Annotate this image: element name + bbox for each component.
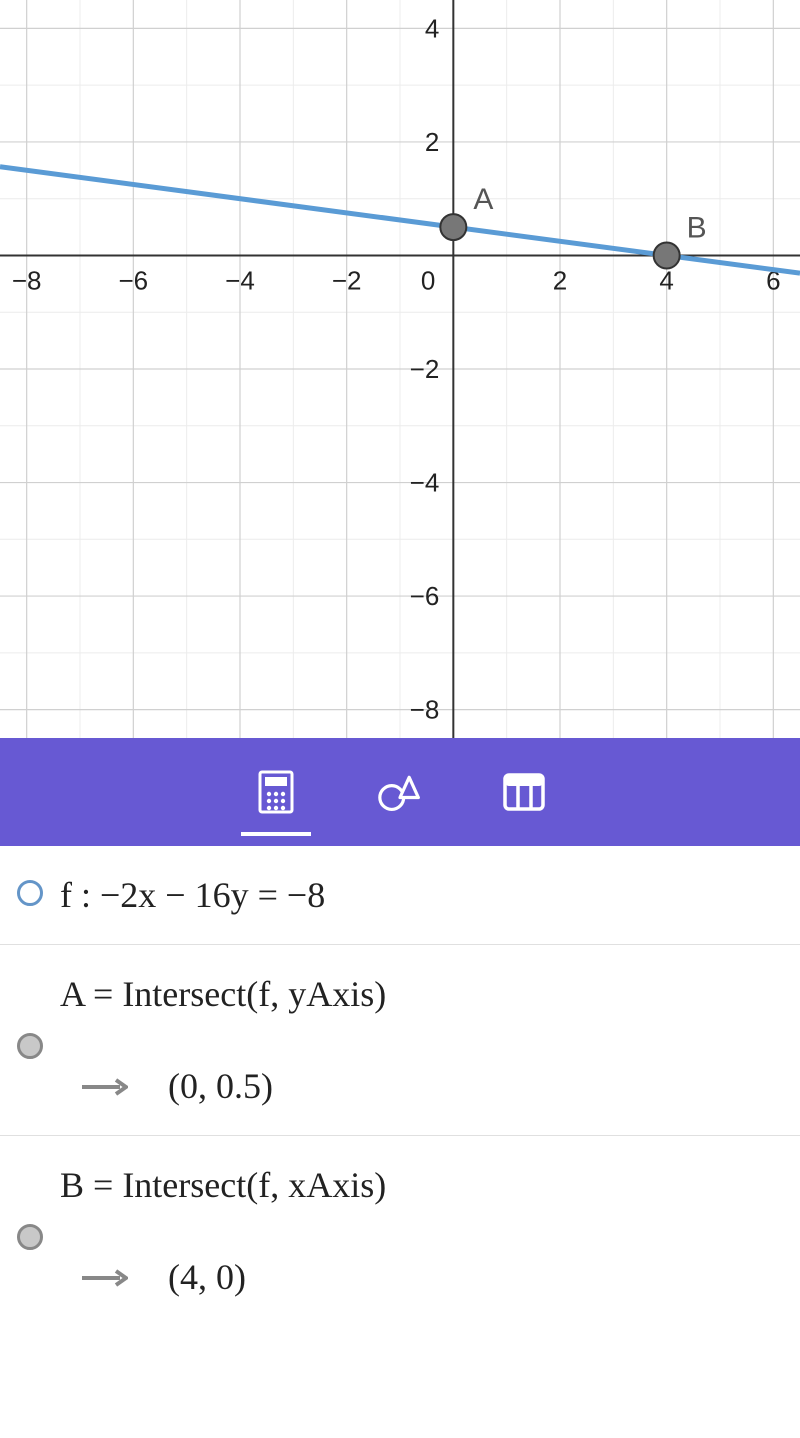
y-tick-labels: −8 −6 −4 −2 2 4 xyxy=(410,13,440,724)
point-label-B: B xyxy=(687,211,707,244)
arrow-icon xyxy=(80,1258,128,1296)
svg-text:−6: −6 xyxy=(119,265,149,295)
visibility-toggle-B[interactable] xyxy=(17,1224,43,1250)
point-A[interactable] xyxy=(440,214,466,240)
svg-text:−8: −8 xyxy=(410,695,440,725)
expression-B-val: (4, 0) xyxy=(168,1256,246,1298)
expression-B-def: B = Intersect(f, xAxis) xyxy=(60,1164,782,1206)
svg-text:−4: −4 xyxy=(225,265,255,295)
svg-text:−8: −8 xyxy=(12,265,42,295)
visibility-toggle-f[interactable] xyxy=(17,880,43,906)
svg-text:4: 4 xyxy=(659,265,673,295)
x-tick-labels: −8−6−4−20246 xyxy=(12,265,781,295)
svg-text:2: 2 xyxy=(425,127,439,157)
svg-text:−2: −2 xyxy=(332,265,362,295)
svg-text:−6: −6 xyxy=(410,581,440,611)
svg-text:2: 2 xyxy=(553,265,567,295)
coordinate-plane[interactable]: −8−6−4−20246 −8−6−4−224 AB xyxy=(0,0,800,738)
algebra-view[interactable]: f : −2x − 16y = −8 A = Intersect(f, yAxi… xyxy=(0,846,800,1326)
view-toolbar xyxy=(0,738,800,846)
arrow-icon xyxy=(80,1067,128,1105)
algebra-row-B[interactable]: B = Intersect(f, xAxis) (4, 0) xyxy=(0,1136,800,1326)
expression-A-def: A = Intersect(f, yAxis) xyxy=(60,973,782,1015)
expression-A-val: (0, 0.5) xyxy=(168,1065,273,1107)
tools-tab[interactable] xyxy=(378,770,422,814)
svg-text:4: 4 xyxy=(425,13,439,43)
point-label-A: A xyxy=(473,183,493,216)
shapes-icon xyxy=(378,770,422,814)
active-tab-indicator xyxy=(241,832,311,836)
table-tab[interactable] xyxy=(502,770,546,814)
algebra-row-f[interactable]: f : −2x − 16y = −8 xyxy=(0,846,800,945)
graph-view[interactable]: −8−6−4−20246 −8−6−4−224 AB xyxy=(0,0,800,738)
point-B[interactable] xyxy=(654,242,680,268)
table-icon xyxy=(502,770,546,814)
algebra-row-A[interactable]: A = Intersect(f, yAxis) (0, 0.5) xyxy=(0,945,800,1136)
calculator-icon xyxy=(254,770,298,814)
algebra-tab[interactable] xyxy=(254,770,298,814)
expression-f: f : −2x − 16y = −8 xyxy=(60,874,782,916)
svg-text:−4: −4 xyxy=(410,468,440,498)
visibility-toggle-A[interactable] xyxy=(17,1033,43,1059)
svg-text:0: 0 xyxy=(421,265,435,295)
svg-text:−2: −2 xyxy=(410,354,440,384)
